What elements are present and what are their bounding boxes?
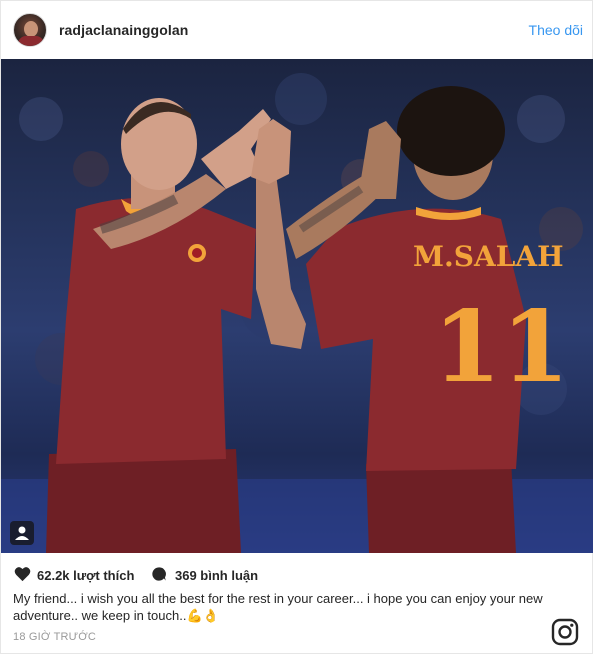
likes-count[interactable]: 62.2k lượt thích	[37, 568, 134, 583]
instagram-post-card: radjaclanainggolan Theo dõi M.SALAH 11 6…	[0, 0, 593, 654]
photo-illustration: M.SALAH 11	[1, 73, 593, 553]
jersey-name-label: M.SALAH	[413, 240, 564, 273]
comment-bubble-icon[interactable]	[151, 566, 167, 582]
heart-icon[interactable]	[14, 566, 31, 582]
avatar-shirt	[18, 36, 44, 46]
post-timestamp: 18 GIỜ TRƯỚC	[13, 631, 97, 643]
user-tag-icon[interactable]	[10, 521, 34, 545]
avatar[interactable]	[13, 13, 47, 47]
post-caption: My friend... i wish you all the best for…	[13, 591, 543, 623]
avatar-face	[24, 21, 38, 37]
post-actions: 62.2k lượt thích 369 bình luận	[1, 561, 593, 587]
post-photo[interactable]: M.SALAH 11	[1, 59, 593, 553]
post-header: radjaclanainggolan Theo dõi	[1, 1, 593, 59]
username[interactable]: radjaclanainggolan	[59, 22, 188, 38]
comments-count[interactable]: 369 bình luận	[175, 568, 258, 583]
jersey-number-label: 11	[433, 290, 569, 405]
follow-button[interactable]: Theo dõi	[529, 22, 583, 38]
instagram-icon[interactable]	[551, 618, 579, 646]
